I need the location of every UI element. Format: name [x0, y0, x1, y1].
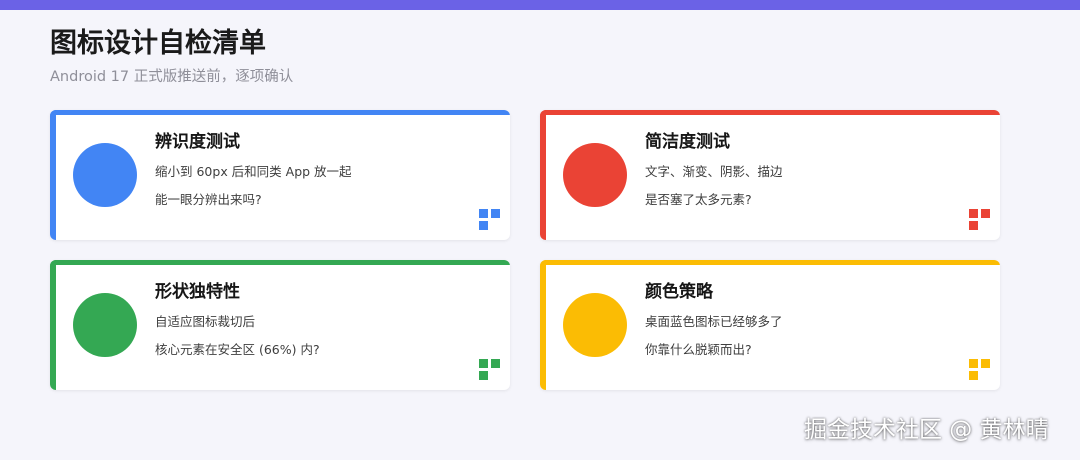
checklist-card-shape-uniqueness: 形状独特性 自适应图标裁切后 核心元素在安全区 (66%) 内?	[50, 260, 510, 390]
grid-icon	[479, 359, 501, 381]
page-title: 图标设计自检清单	[50, 28, 266, 59]
card-top-border	[540, 260, 1000, 265]
checklist-card-color-strategy: 颜色策略 桌面蓝色图标已经够多了 你靠什么脱颖而出?	[540, 260, 1000, 390]
grid-cell	[969, 209, 978, 218]
watermark: 掘金技术社区 @ 黄林晴	[804, 417, 1049, 443]
grid-cell	[981, 209, 990, 218]
grid-cell	[969, 359, 978, 368]
card-top-border	[540, 110, 1000, 115]
grid-cell	[479, 359, 488, 368]
color-circle-icon	[73, 143, 137, 207]
grid-cell	[479, 371, 488, 380]
grid-cell	[479, 221, 488, 230]
card-title: 形状独特性	[155, 282, 240, 302]
grid-icon	[479, 209, 501, 231]
card-left-border	[50, 110, 56, 240]
top-accent-bar	[0, 0, 1080, 10]
card-description-line-1: 自适应图标裁切后	[155, 314, 256, 329]
grid-cell	[981, 359, 990, 368]
color-circle-icon	[73, 293, 137, 357]
grid-cell	[969, 221, 978, 230]
card-description-line-2: 核心元素在安全区 (66%) 内?	[155, 342, 320, 357]
card-description-line-2: 是否塞了太多元素?	[645, 192, 752, 207]
card-left-border	[540, 260, 546, 390]
page-subtitle: Android 17 正式版推送前，逐项确认	[50, 69, 294, 85]
card-description-line-2: 能一眼分辨出来吗?	[155, 192, 262, 207]
card-description-line-1: 桌面蓝色图标已经够多了	[645, 314, 783, 329]
grid-cell	[969, 371, 978, 380]
grid-cell	[491, 359, 500, 368]
card-title: 辨识度测试	[155, 132, 240, 152]
card-title: 简洁度测试	[645, 132, 730, 152]
grid-cell	[491, 209, 500, 218]
card-left-border	[50, 260, 56, 390]
color-circle-icon	[563, 143, 627, 207]
card-top-border	[50, 110, 510, 115]
card-description-line-1: 缩小到 60px 后和同类 App 放一起	[155, 164, 352, 179]
grid-icon	[969, 359, 991, 381]
color-circle-icon	[563, 293, 627, 357]
grid-icon	[969, 209, 991, 231]
card-description-line-1: 文字、渐变、阴影、描边	[645, 164, 783, 179]
card-top-border	[50, 260, 510, 265]
checklist-card-recognizability: 辨识度测试 缩小到 60px 后和同类 App 放一起 能一眼分辨出来吗?	[50, 110, 510, 240]
grid-cell	[479, 209, 488, 218]
card-left-border	[540, 110, 546, 240]
card-title: 颜色策略	[645, 282, 713, 302]
card-description-line-2: 你靠什么脱颖而出?	[645, 342, 752, 357]
checklist-card-simplicity: 简洁度测试 文字、渐变、阴影、描边 是否塞了太多元素?	[540, 110, 1000, 240]
